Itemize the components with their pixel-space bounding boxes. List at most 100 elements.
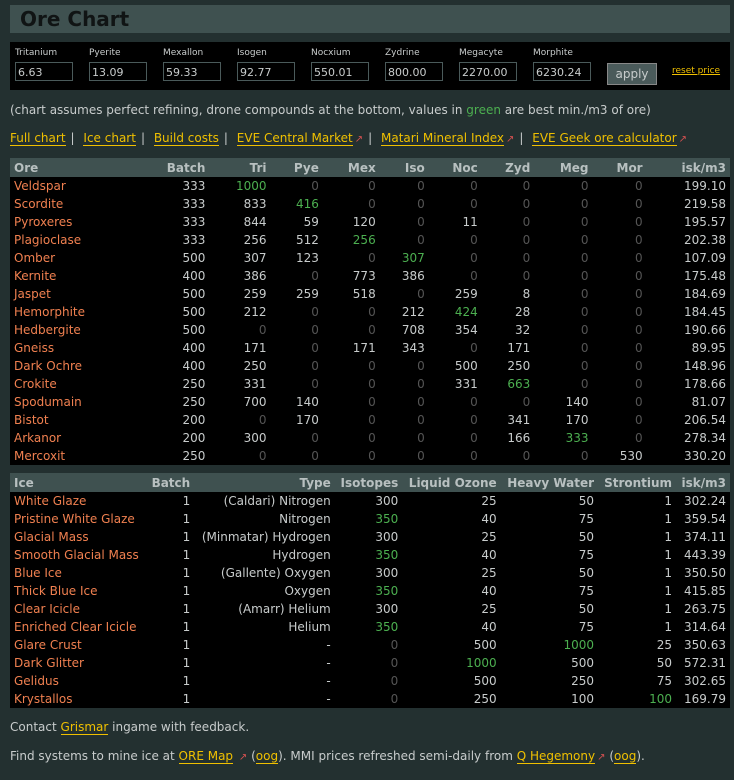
item-name[interactable]: Hemorphite: [10, 303, 135, 321]
column-header-pye[interactable]: Pye: [270, 158, 323, 177]
item-name[interactable]: Mercoxit: [10, 447, 135, 465]
build-costs-link[interactable]: Build costs: [153, 131, 219, 146]
type-cell: Oxygen: [284, 584, 331, 598]
item-name[interactable]: Omber: [10, 249, 135, 267]
grismar-link[interactable]: Grismar: [60, 720, 109, 735]
full-chart-link[interactable]: Full chart: [10, 131, 66, 146]
item-name[interactable]: Gelidus: [10, 672, 146, 690]
value-cell: 166: [507, 431, 531, 445]
value-cell: 0: [522, 449, 531, 463]
batch-cell: 1: [182, 602, 191, 616]
batch-cell: 200: [182, 413, 206, 427]
item-name[interactable]: Kernite: [10, 267, 135, 285]
item-name[interactable]: Pyroxeres: [10, 213, 135, 231]
item-name[interactable]: Enriched Clear Icicle: [10, 618, 146, 636]
item-name[interactable]: Smooth Glacial Mass: [10, 546, 146, 564]
column-header-heavy-water[interactable]: Heavy Water: [500, 473, 599, 492]
value-cell: 8: [522, 287, 531, 301]
item-name[interactable]: Gneiss: [10, 339, 135, 357]
column-header-batch[interactable]: Batch: [146, 473, 195, 492]
price-input-mexallon[interactable]: 59.33: [163, 62, 221, 81]
text: Contact: [10, 720, 61, 734]
oog-link[interactable]: oog: [614, 749, 637, 764]
column-header-mex[interactable]: Mex: [322, 158, 380, 177]
matari-index-link[interactable]: Matari Mineral Index: [381, 131, 504, 146]
table-row: Dark Glitter 1 - 0 1000 500 50 572.31: [10, 654, 730, 672]
value-cell: 0: [258, 413, 267, 427]
column-header-ice[interactable]: Ice: [10, 473, 147, 492]
eve-central-link[interactable]: EVE Central Market: [236, 131, 353, 146]
column-header-meg[interactable]: Meg: [534, 158, 593, 177]
item-name[interactable]: Hedbergite: [10, 321, 135, 339]
item-name[interactable]: Scordite: [10, 195, 135, 213]
value-cell: 171: [507, 341, 531, 355]
value-cell: 40: [481, 620, 497, 634]
item-name[interactable]: Bistot: [10, 411, 135, 429]
oog-link[interactable]: oog: [255, 749, 279, 764]
q-hegemony-link[interactable]: Q Hegemony: [516, 749, 596, 764]
value-cell: 0: [634, 269, 643, 283]
price-input-megacyte[interactable]: 2270.00: [459, 62, 517, 81]
eve-geek-link[interactable]: EVE Geek ore calculator: [532, 131, 677, 146]
item-name[interactable]: Jaspet: [10, 285, 135, 303]
item-name[interactable]: Pristine White Glaze: [10, 510, 146, 528]
item-name[interactable]: Dark Ochre: [10, 357, 135, 375]
value-cell: 512: [295, 233, 319, 247]
column-header-isk-m3[interactable]: isk/m3: [676, 473, 730, 492]
value-cell: 300: [375, 494, 399, 508]
column-header-tri[interactable]: Tri: [209, 158, 271, 177]
batch-cell: 1: [182, 638, 191, 652]
column-header-iso[interactable]: Iso: [379, 158, 429, 177]
column-header-zyd[interactable]: Zyd: [481, 158, 535, 177]
price-input-nocxium[interactable]: 550.01: [311, 62, 369, 81]
price-input-pyerite[interactable]: 13.09: [89, 62, 147, 81]
item-name[interactable]: Plagioclase: [10, 231, 135, 249]
reset-price-link[interactable]: reset price: [672, 66, 720, 76]
value-cell: 500: [454, 359, 478, 373]
chart-note: (chart assumes perfect refining, drone c…: [10, 103, 651, 117]
item-name[interactable]: Thick Blue Ice: [10, 582, 146, 600]
price-label: Morphite: [533, 48, 573, 58]
column-header-batch[interactable]: Batch: [135, 158, 210, 177]
price-input-morphite[interactable]: 6230.24: [533, 62, 591, 81]
value-cell: 0: [417, 449, 425, 463]
column-header-mor[interactable]: Mor: [592, 158, 647, 177]
value-cell: 1: [664, 548, 673, 562]
value-cell: 40: [481, 548, 497, 562]
item-name[interactable]: Arkanor: [10, 429, 135, 447]
item-name[interactable]: Clear Icicle: [10, 600, 146, 618]
ice-chart-link[interactable]: Ice chart: [83, 131, 136, 146]
batch-cell: 1: [182, 566, 191, 580]
item-name[interactable]: Dark Glitter: [10, 654, 146, 672]
column-header-ore[interactable]: Ore: [10, 158, 136, 177]
value-cell: 25: [481, 566, 497, 580]
isk-per-m3-cell: 302.24: [684, 494, 726, 508]
separator: |: [519, 131, 524, 145]
isk-per-m3-cell: 263.75: [684, 602, 726, 616]
price-input-zydrine[interactable]: 800.00: [385, 62, 443, 81]
value-cell: 0: [634, 233, 643, 247]
column-header-strontium[interactable]: Strontium: [598, 473, 677, 492]
value-cell: 259: [243, 287, 267, 301]
apply-button[interactable]: apply: [607, 63, 657, 85]
column-header-isk-m3[interactable]: isk/m3: [646, 158, 730, 177]
item-name[interactable]: Glare Crust: [10, 636, 146, 654]
item-name[interactable]: Spodumain: [10, 393, 135, 411]
item-name[interactable]: Blue Ice: [10, 564, 146, 582]
value-cell: 0: [417, 431, 425, 445]
price-input-tritanium[interactable]: 6.63: [15, 62, 73, 81]
item-name[interactable]: Veldspar: [10, 177, 135, 195]
isk-per-m3-cell: 443.39: [684, 548, 726, 562]
column-header-type[interactable]: Type: [194, 473, 335, 492]
price-input-isogen[interactable]: 92.77: [237, 62, 295, 81]
item-name[interactable]: Glacial Mass: [10, 528, 146, 546]
item-name[interactable]: Krystallos: [10, 690, 146, 708]
item-name[interactable]: Crokite: [10, 375, 135, 393]
value-cell: 0: [634, 215, 643, 229]
column-header-isotopes[interactable]: Isotopes: [334, 473, 403, 492]
column-header-liquid-ozone[interactable]: Liquid Ozone: [402, 473, 501, 492]
ore-map-link[interactable]: ORE Map: [178, 749, 234, 764]
value-cell: 331: [454, 377, 478, 391]
item-name[interactable]: White Glaze: [10, 492, 146, 510]
column-header-noc[interactable]: Noc: [428, 158, 482, 177]
